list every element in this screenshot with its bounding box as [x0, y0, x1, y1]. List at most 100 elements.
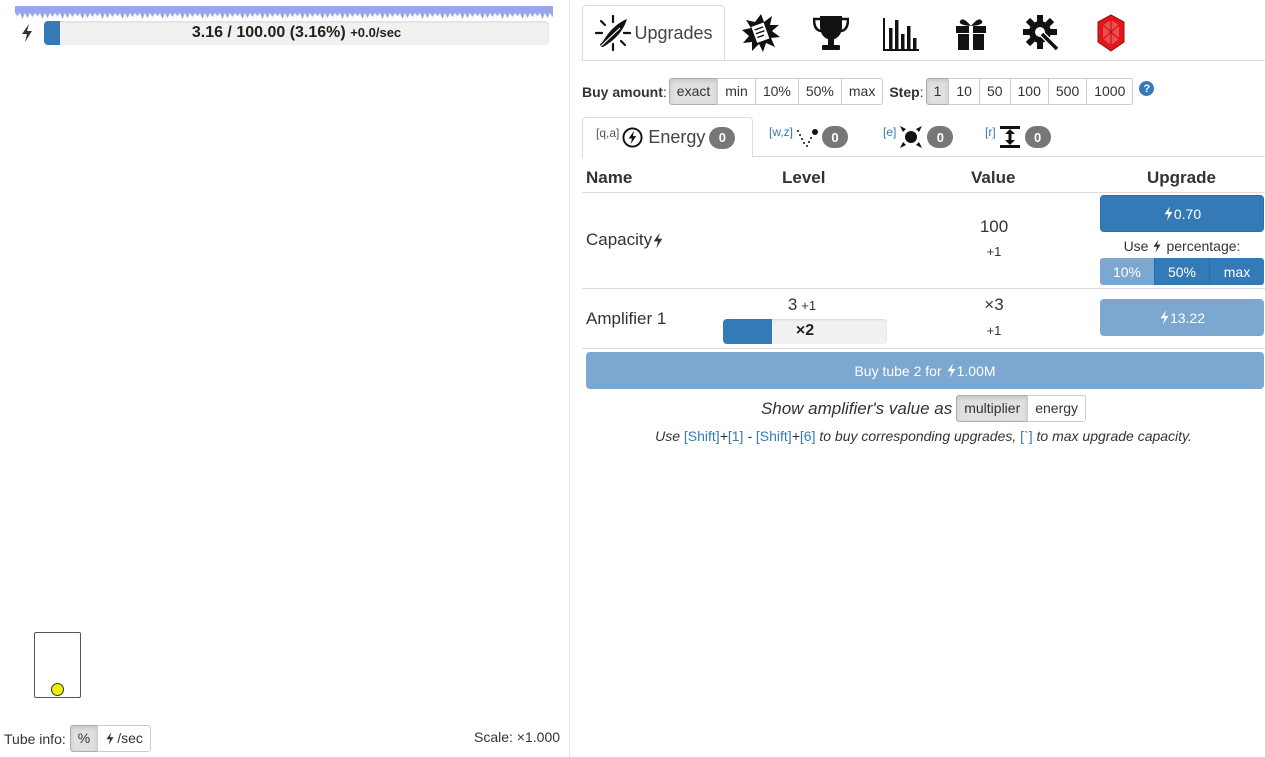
subtab-energy[interactable]: [q,a] Energy 0: [582, 117, 753, 158]
table-row-capacity: Capacity 100 +1 0.70 Use percentage: 10%…: [582, 193, 1265, 289]
amplifier-level-value: 3: [787, 295, 798, 314]
subtab-height[interactable]: [r] 0: [985, 117, 1075, 157]
capacity-value-increment: +1: [986, 244, 1002, 259]
percentage-50-button[interactable]: 50%: [1155, 258, 1210, 285]
buy-amount-group: exact min 10% 50% max: [668, 78, 884, 105]
subtab-particles-badge: 0: [822, 126, 849, 148]
buy-tube-button[interactable]: Buy tube 2 for 1.00M: [586, 352, 1264, 389]
buy-tube-cost: 1.00M: [956, 362, 996, 379]
amplifier-progress-bar: ×2: [723, 319, 887, 344]
tube-info-rate-label: /sec: [117, 730, 143, 746]
step-500[interactable]: 500: [1047, 78, 1088, 105]
subtab-collision[interactable]: [e] 0: [883, 117, 973, 157]
subtab-height-badge: 0: [1024, 126, 1051, 148]
hint-text: to buy corresponding upgrades,: [819, 428, 1017, 444]
capacity-upgrade-button[interactable]: 0.70: [1100, 195, 1264, 232]
main-tabs: Upgrades: [581, 5, 1265, 61]
step-colon: :: [919, 83, 924, 100]
tube-info-rate-button[interactable]: /sec: [97, 725, 151, 752]
hint-key: [Shift]: [755, 428, 792, 444]
amplifier-upgrade-button[interactable]: 13.22: [1100, 299, 1264, 336]
table-header-row: Name Level Value Upgrade: [582, 162, 1265, 193]
tab-premium[interactable]: [1089, 5, 1133, 61]
subtab-collision-badge: 0: [927, 126, 954, 148]
energy-circle-icon: [622, 127, 643, 148]
hint-key: [`]: [1020, 428, 1033, 444]
hint-text: to max upgrade capacity.: [1036, 428, 1192, 444]
step-1[interactable]: 1: [925, 78, 950, 105]
tube-panel: [0, 0, 570, 757]
step-label: Step: [889, 83, 920, 100]
step-10[interactable]: 10: [948, 78, 980, 105]
capacity-name: Capacity: [586, 230, 664, 250]
subtab-particles-hotkey: [w,z]: [769, 125, 794, 139]
use-label-suffix: percentage:: [1166, 238, 1241, 254]
tube-info-percent-button[interactable]: %: [69, 725, 99, 752]
tab-achievements[interactable]: [809, 5, 853, 61]
subtab-particles[interactable]: [w,z] 0: [769, 117, 869, 157]
amplifier-level-increment: +1: [801, 298, 817, 313]
bolt-icon: [1164, 206, 1173, 221]
amplifier-value-increment: +1: [986, 323, 1002, 338]
amplifier-display-toggle: Show amplifier's value as multiplier ene…: [582, 395, 1265, 422]
tube-info: Tube info: % /sec: [4, 725, 151, 752]
bolt-icon: [653, 232, 663, 248]
tab-settings[interactable]: [1019, 5, 1063, 61]
header-upgrade: Upgrade: [1147, 168, 1216, 187]
amplifier-value: ×3: [984, 295, 1004, 314]
scale-label: Scale: ×1.000: [474, 729, 561, 745]
header-value: Value: [971, 168, 1016, 187]
tube-info-toggle: % /sec: [69, 725, 151, 752]
capacity-label: Capacity: [586, 230, 653, 249]
settings-icon: [1023, 15, 1059, 51]
header-name: Name: [586, 168, 633, 187]
upgrades-icon: [595, 14, 632, 52]
trajectory-icon: [797, 129, 819, 147]
tab-statistics[interactable]: [879, 5, 923, 61]
step-100[interactable]: 100: [1009, 78, 1049, 105]
ruby-icon: [1097, 14, 1125, 52]
show-amplifier-label: Show amplifier's value as: [760, 398, 953, 418]
buy-amount-exact[interactable]: exact: [668, 78, 719, 105]
help-icon[interactable]: ?: [1139, 81, 1155, 96]
energy-progress-bar: 3.16 / 100.00 (3.16%) +0.0/sec: [44, 21, 549, 45]
capacity-upgrade-cost: 0.70: [1173, 205, 1202, 222]
capacity-value: 100: [979, 217, 1009, 236]
buy-options-row: Buy amount: exact min 10% 50% max Step: …: [582, 78, 1155, 105]
bolt-icon: [1160, 310, 1169, 325]
show-as-multiplier-button[interactable]: multiplier: [956, 395, 1029, 422]
hint-text: -: [747, 428, 753, 444]
hint-key: [Shift]: [683, 428, 720, 444]
tab-upgrades-label: Upgrades: [634, 22, 713, 43]
keyboard-hint: Use [Shift]+[1] - [Shift]+[6] to buy cor…: [582, 428, 1265, 444]
buy-amount-max[interactable]: max: [840, 78, 884, 105]
percentage-group: 10% 50% max: [1100, 258, 1264, 285]
upgrade-category-tabs: [q,a] Energy 0 [w,z] 0 [e] 0 [r] 0: [581, 117, 1265, 158]
stats-icon: [883, 18, 919, 51]
tab-upgrades[interactable]: Upgrades: [582, 5, 725, 61]
use-percentage-label: Use percentage:: [1100, 238, 1264, 254]
energy-ball: [51, 683, 64, 696]
bolt-icon: [947, 363, 956, 378]
bolt-icon: [1153, 239, 1162, 253]
buy-amount-10pct[interactable]: 10%: [754, 78, 799, 105]
step-50[interactable]: 50: [978, 78, 1011, 105]
percentage-max-button[interactable]: max: [1210, 258, 1264, 285]
show-as-energy-button[interactable]: energy: [1027, 395, 1087, 422]
gift-icon: [956, 19, 986, 50]
subtab-collision-hotkey: [e]: [883, 125, 897, 139]
buy-amount-50pct[interactable]: 50%: [797, 78, 842, 105]
tab-scroll[interactable]: [739, 5, 783, 61]
amplifier-name: Amplifier 1: [586, 309, 667, 328]
energy-amount: 3.16 / 100.00 (3.16%): [191, 24, 346, 41]
bolt-icon: [106, 732, 114, 745]
amplifier-upgrade-cost: 13.22: [1169, 309, 1206, 326]
buy-amount-colon: :: [662, 83, 667, 100]
tab-gifts[interactable]: [949, 5, 993, 61]
step-1000[interactable]: 1000: [1086, 78, 1134, 105]
buy-amount-label: Buy amount: [582, 83, 663, 100]
hint-text: +: [719, 428, 728, 444]
tube-info-label: Tube info:: [4, 730, 66, 747]
percentage-10-button[interactable]: 10%: [1100, 258, 1155, 285]
buy-amount-min[interactable]: min: [717, 78, 756, 105]
